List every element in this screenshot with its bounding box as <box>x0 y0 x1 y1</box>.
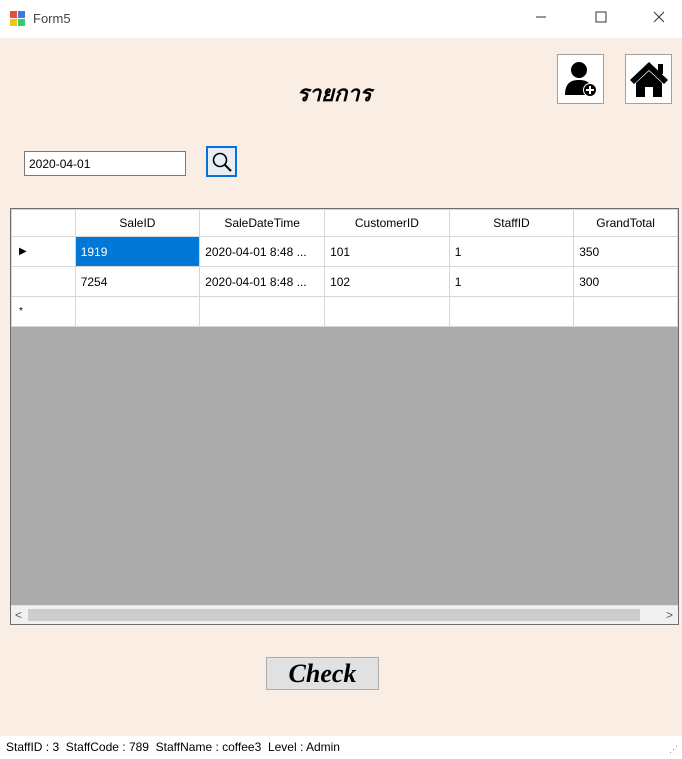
row-header[interactable] <box>11 266 76 297</box>
grid-header-row: SaleID SaleDateTime CustomerID StaffID G… <box>11 209 678 237</box>
grid-corner-cell[interactable] <box>11 209 76 237</box>
add-user-button[interactable] <box>557 54 604 104</box>
resize-grip-icon[interactable]: ⋰ <box>669 744 678 755</box>
minimize-button[interactable] <box>518 0 564 34</box>
sales-grid[interactable]: SaleID SaleDateTime CustomerID StaffID G… <box>10 208 679 625</box>
close-icon <box>653 11 665 23</box>
close-button[interactable] <box>636 0 682 34</box>
scrollbar-thumb[interactable] <box>28 609 640 621</box>
date-input[interactable] <box>24 151 186 176</box>
scroll-left-arrow[interactable]: < <box>15 608 22 622</box>
table-cell[interactable]: 2020-04-01 8:48 ... <box>199 266 326 297</box>
add-user-icon <box>564 62 597 97</box>
column-header-staffid[interactable]: StaffID <box>448 209 575 237</box>
table-cell[interactable]: 300 <box>573 266 678 297</box>
column-header-customerid[interactable]: CustomerID <box>324 209 450 237</box>
home-button[interactable] <box>625 54 672 104</box>
table-cell[interactable]: 2020-04-01 8:48 ... <box>199 236 326 267</box>
table-cell[interactable] <box>199 296 326 327</box>
table-cell[interactable] <box>448 296 575 327</box>
table-cell[interactable]: 1919 <box>74 236 201 267</box>
check-button[interactable]: Check <box>266 657 379 690</box>
scroll-right-arrow[interactable]: > <box>666 608 673 622</box>
table-cell[interactable]: 350 <box>573 236 678 267</box>
table-cell[interactable]: 1 <box>448 266 575 297</box>
table-cell[interactable] <box>324 296 450 327</box>
table-cell[interactable]: 102 <box>324 266 450 297</box>
table-row[interactable]: 7254 2020-04-01 8:48 ... 102 1 300 <box>11 266 678 297</box>
horizontal-scrollbar[interactable]: < > <box>11 605 678 624</box>
maximize-icon <box>595 11 607 23</box>
home-icon <box>629 62 668 97</box>
table-cell[interactable]: 1 <box>448 236 575 267</box>
maximize-button[interactable] <box>578 0 624 34</box>
magnifier-icon <box>212 152 232 172</box>
table-cell[interactable]: 101 <box>324 236 450 267</box>
row-header-current[interactable]: ▶ <box>11 236 76 267</box>
column-header-saleid[interactable]: SaleID <box>74 209 201 237</box>
search-button[interactable] <box>206 146 237 177</box>
column-header-grandtotal[interactable]: GrandTotal <box>573 209 678 237</box>
title-bar: Form5 <box>0 0 682 38</box>
status-text: StaffID : 3 StaffCode : 789 StaffName : … <box>6 740 340 754</box>
table-row-new[interactable]: * <box>11 296 678 327</box>
status-bar: StaffID : 3 StaffCode : 789 StaffName : … <box>0 736 682 759</box>
row-header-new[interactable]: * <box>11 296 76 327</box>
table-cell[interactable] <box>573 296 678 327</box>
page-title: รายการ <box>297 81 372 107</box>
window-title: Form5 <box>33 11 71 26</box>
table-cell[interactable] <box>74 296 201 327</box>
table-row[interactable]: ▶ 1919 2020-04-01 8:48 ... 101 1 350 <box>11 236 678 267</box>
table-cell[interactable]: 7254 <box>74 266 201 297</box>
app-icon <box>10 11 26 27</box>
column-header-saledatetime[interactable]: SaleDateTime <box>199 209 326 237</box>
minimize-icon <box>536 16 546 18</box>
